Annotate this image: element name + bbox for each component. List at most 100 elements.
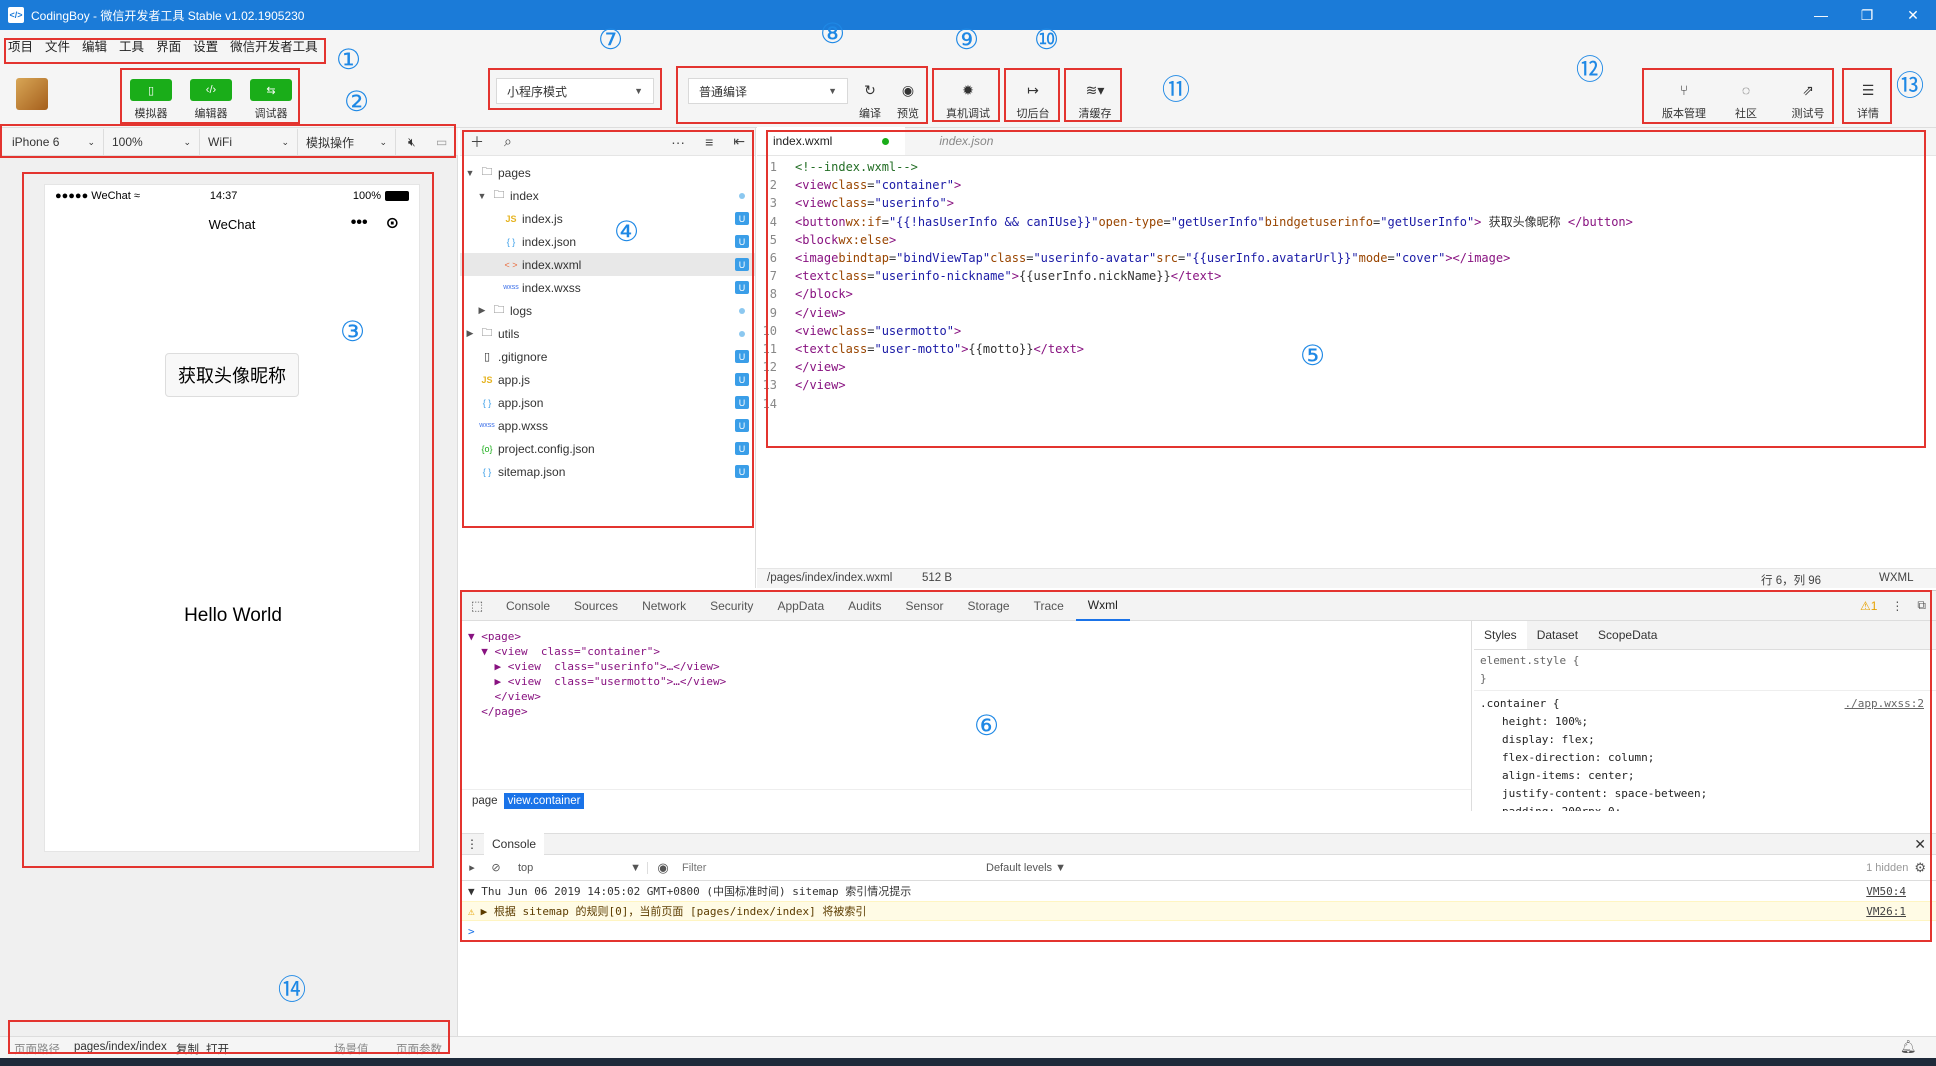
test-account-button[interactable]: ⇗ 测试号 bbox=[1786, 79, 1830, 121]
sidebar-toggle-icon[interactable]: ▸ bbox=[460, 861, 484, 874]
xml-line[interactable]: ▶ <view class="usermotto">…</view> bbox=[468, 674, 1471, 689]
css-prop[interactable]: justify-content: space-between; bbox=[1502, 785, 1930, 803]
network-select[interactable]: WiFi ⌄ bbox=[200, 129, 298, 155]
close-window-button[interactable]: ✕ bbox=[1890, 0, 1936, 30]
css-prop[interactable]: align-items: center; bbox=[1502, 767, 1930, 785]
zoom-select[interactable]: 100% ⌄ bbox=[104, 129, 200, 155]
simulator-button[interactable]: ▯ 模拟器 bbox=[126, 79, 176, 121]
background-button[interactable]: ↦ 切后台 bbox=[1008, 79, 1058, 121]
menu-tools[interactable]: 工具 bbox=[119, 36, 144, 55]
detach-icon[interactable]: ▭ bbox=[428, 129, 452, 155]
tab-sources[interactable]: Sources bbox=[562, 591, 630, 621]
xml-line[interactable]: ▼ <view class="container"> bbox=[468, 644, 1471, 659]
css-prop[interactable]: flex-direction: column; bbox=[1502, 749, 1930, 767]
device-select[interactable]: iPhone 6 ⌄ bbox=[4, 129, 104, 155]
get-userinfo-button[interactable]: 获取头像昵称 bbox=[165, 353, 299, 397]
log-levels-select[interactable]: Default levels ▼ bbox=[986, 862, 1066, 874]
editor-button[interactable]: ‹/› 编辑器 bbox=[186, 79, 236, 121]
community-button[interactable]: ◌ 社区 bbox=[1726, 79, 1766, 121]
tree-file-index-wxml[interactable]: < > index.wxml U bbox=[460, 253, 755, 276]
tree-file-index-json[interactable]: { } index.json U bbox=[460, 230, 755, 253]
tree-folder-index[interactable]: ▼ 🗀︎ index bbox=[460, 184, 755, 207]
tab-storage[interactable]: Storage bbox=[956, 591, 1022, 621]
menu-view[interactable]: 界面 bbox=[156, 36, 181, 55]
search-icon[interactable]: ⌕ bbox=[504, 133, 512, 150]
tab-sensor[interactable]: Sensor bbox=[894, 591, 956, 621]
console-drawer-tab[interactable]: Console bbox=[484, 833, 545, 855]
tab-console[interactable]: Console bbox=[494, 591, 562, 621]
devtools-menu-icon[interactable]: ⋮ bbox=[1891, 599, 1903, 613]
css-source-link[interactable]: ./app.wxss:2 bbox=[1845, 695, 1924, 713]
remote-debug-button[interactable]: ✹ 真机调试 bbox=[940, 79, 996, 121]
compile-button[interactable]: ↻ 编译 bbox=[852, 79, 888, 121]
clear-console-icon[interactable]: ⊘ bbox=[484, 861, 508, 874]
console-warning-message[interactable]: ⚠ ▶ 根据 sitemap 的规则[0]，当前页面 [pages/index/… bbox=[460, 901, 1936, 921]
mute-icon[interactable]: 🔇︎ bbox=[400, 129, 424, 155]
tab-audits[interactable]: Audits bbox=[836, 591, 893, 621]
user-avatar[interactable] bbox=[16, 78, 48, 110]
collapse-icon[interactable]: ⇤ bbox=[733, 133, 745, 150]
console-prompt[interactable]: > bbox=[460, 921, 1936, 941]
tree-folder-pages[interactable]: ▼ 🗀︎ pages bbox=[460, 161, 755, 184]
tree-file-project-config[interactable]: {o} project.config.json U bbox=[460, 437, 755, 460]
open-path-link[interactable]: 打开 bbox=[206, 1041, 229, 1057]
eye-icon[interactable]: ◉ bbox=[648, 860, 678, 876]
tree-file-index-js[interactable]: JS index.js U bbox=[460, 207, 755, 230]
preview-button[interactable]: ◉ 预览 bbox=[890, 79, 926, 121]
capsule-close-icon[interactable]: ⊙ bbox=[386, 213, 399, 233]
dock-icon[interactable]: ⧉ bbox=[1917, 598, 1926, 613]
details-button[interactable]: ☰ 详情 bbox=[1850, 79, 1886, 121]
tab-appdata[interactable]: AppData bbox=[765, 591, 836, 621]
tree-file-gitignore[interactable]: ▯ .gitignore U bbox=[460, 345, 755, 368]
tab-styles[interactable]: Styles bbox=[1474, 621, 1527, 649]
copy-path-link[interactable]: 复制 bbox=[176, 1041, 199, 1057]
breadcrumb-page[interactable]: page bbox=[472, 795, 498, 807]
menu-settings[interactable]: 设置 bbox=[193, 36, 218, 55]
tab-dataset[interactable]: Dataset bbox=[1527, 621, 1588, 649]
tab-wxml[interactable]: Wxml bbox=[1075, 591, 1130, 621]
tree-file-index-wxss[interactable]: wxss index.wxss U bbox=[460, 276, 755, 299]
warning-icon[interactable]: ⚠ bbox=[1860, 599, 1871, 613]
scene-value-button[interactable]: 场景值 bbox=[334, 1041, 369, 1057]
inspect-icon[interactable]: ⬚ bbox=[460, 598, 494, 614]
add-icon[interactable]: ＋ bbox=[470, 132, 484, 152]
tree-file-app-js[interactable]: JS app.js U bbox=[460, 368, 755, 391]
menu-edit[interactable]: 编辑 bbox=[82, 36, 107, 55]
more-options-icon[interactable]: ··· bbox=[671, 134, 685, 150]
debugger-button[interactable]: ⇆ 调试器 bbox=[246, 79, 296, 121]
message-source-link[interactable]: VM26:1 bbox=[1866, 905, 1906, 918]
menu-project[interactable]: 项目 bbox=[8, 36, 33, 55]
menu-file[interactable]: 文件 bbox=[45, 36, 70, 55]
console-message-group[interactable]: ▼ Thu Jun 06 2019 14:05:02 GMT+0800 (中国标… bbox=[460, 881, 1936, 901]
tab-network[interactable]: Network bbox=[630, 591, 698, 621]
sort-icon[interactable]: ≡ bbox=[705, 134, 713, 150]
minimize-button[interactable]: — bbox=[1798, 0, 1844, 30]
clear-cache-button[interactable]: ≋▾ 清缓存 bbox=[1068, 79, 1122, 121]
xml-line[interactable]: </view> bbox=[468, 689, 1471, 704]
message-source-link[interactable]: VM50:4 bbox=[1866, 885, 1906, 898]
console-filter-input[interactable] bbox=[678, 857, 978, 878]
compile-select[interactable]: 普通编译 ▼ bbox=[688, 78, 848, 104]
operation-select[interactable]: 模拟操作 ⌄ bbox=[298, 129, 396, 155]
version-button[interactable]: ⑂ 版本管理 bbox=[1654, 79, 1714, 121]
cursor-position[interactable]: 行 6，列 96 bbox=[1761, 572, 1821, 588]
maximize-button[interactable]: ❐ bbox=[1844, 0, 1890, 30]
page-params-button[interactable]: 页面参数 bbox=[396, 1041, 442, 1057]
context-select[interactable]: top ▼ bbox=[518, 861, 648, 874]
menu-wechat-devtools[interactable]: 微信开发者工具 bbox=[230, 36, 318, 55]
tab-trace[interactable]: Trace bbox=[1022, 591, 1076, 621]
css-prop[interactable]: height: 100%; bbox=[1502, 713, 1930, 731]
more-icon[interactable]: ••• bbox=[351, 214, 368, 232]
breadcrumb-container[interactable]: view.container bbox=[503, 792, 585, 809]
gear-icon[interactable]: ⚙ bbox=[1914, 860, 1926, 876]
drawer-menu-icon[interactable]: ⋮ bbox=[460, 837, 484, 851]
xml-line[interactable]: ▼ <page> bbox=[468, 629, 1471, 644]
tab-index-wxml[interactable]: index.wxml bbox=[757, 127, 906, 155]
tab-security[interactable]: Security bbox=[698, 591, 765, 621]
close-drawer-icon[interactable]: ✕ bbox=[1914, 836, 1926, 853]
tree-folder-utils[interactable]: ▶ 🗀︎ utils bbox=[460, 322, 755, 345]
xml-line[interactable]: </page> bbox=[468, 704, 1471, 719]
code-content[interactable]: 1 <!--index.wxml--> 2 <view class = "contain… bbox=[757, 158, 1936, 413]
css-prop[interactable]: display: flex; bbox=[1502, 731, 1930, 749]
tree-folder-logs[interactable]: ▶ 🗀︎ logs bbox=[460, 299, 755, 322]
